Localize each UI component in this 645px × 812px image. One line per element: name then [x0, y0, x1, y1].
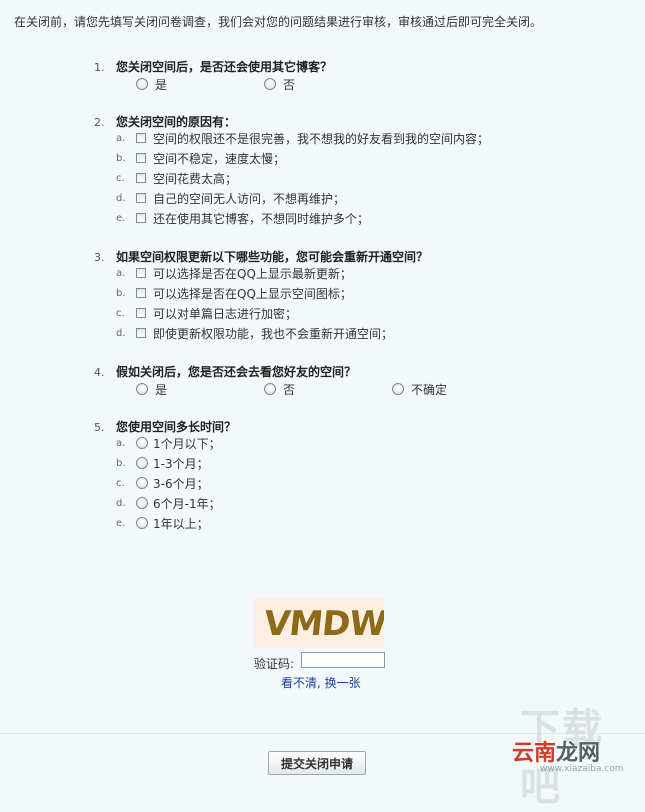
option-letter: a.: [116, 133, 126, 144]
captcha-label: 验证码:: [254, 657, 295, 671]
checkbox[interactable]: [136, 153, 146, 163]
option-label: 否: [283, 383, 296, 397]
option-letter: b.: [116, 458, 126, 469]
checkbox[interactable]: [136, 268, 146, 278]
option-label: 空间花费太高；: [153, 172, 238, 186]
option-letter: c.: [116, 478, 125, 489]
question-title: 如果空间权限更新以下哪些功能，您可能会重新开通空间？: [116, 250, 429, 264]
question-number: 2.: [94, 116, 105, 129]
option-letter: e.: [116, 213, 126, 224]
option-label: 空间不稳定，速度太慢；: [153, 152, 286, 166]
radio-button[interactable]: [136, 383, 148, 395]
option-label: 1年以上；: [153, 517, 209, 531]
radio-button[interactable]: [136, 517, 148, 529]
radio-button[interactable]: [136, 477, 148, 489]
watermark-brand-dark: 龙网: [556, 741, 601, 766]
question-title: 假如关闭后，您是否还会去看您好友的空间？: [116, 365, 357, 379]
question-title: 您使用空间多长时间？: [116, 420, 237, 434]
captcha-input[interactable]: [301, 652, 385, 668]
checkbox[interactable]: [136, 288, 146, 298]
checkbox[interactable]: [136, 193, 146, 203]
option-label: 自己的空间无人访问，不想再维护；: [153, 192, 346, 206]
question-title: 您关闭空间的原因有：: [116, 115, 237, 129]
radio-button[interactable]: [264, 78, 276, 90]
captcha-text: VMDW: [261, 604, 384, 644]
option-label: 还在使用其它博客，不想同时维护多个；: [153, 212, 370, 226]
option-label: 即使更新权限功能，我也不会重新开通空间；: [153, 327, 394, 341]
checkbox[interactable]: [136, 173, 146, 183]
radio-button[interactable]: [392, 383, 404, 395]
radio-button[interactable]: [264, 383, 276, 395]
refresh-captcha-link[interactable]: 看不清, 换一张: [281, 674, 361, 691]
question-number: 1.: [94, 61, 105, 74]
option-label: 空间的权限还不是很完善，我不想我的好友看到我的空间内容；: [153, 132, 490, 146]
option-label: 不确定: [411, 383, 448, 397]
watermark-brand: 云南龙网: [512, 735, 600, 767]
watermark-url: www.xiazaiba.com: [540, 764, 624, 774]
radio-button[interactable]: [136, 457, 148, 469]
option-letter: e.: [116, 518, 126, 529]
question-number: 3.: [94, 251, 105, 264]
captcha-image: VMDW: [254, 598, 384, 648]
watermark-brand-red: 云南: [512, 741, 557, 766]
radio-button[interactable]: [136, 437, 148, 449]
option-letter: a.: [116, 268, 126, 279]
submit-close-request-button[interactable]: 提交关闭申请: [268, 751, 366, 775]
option-letter: d.: [116, 328, 126, 339]
question-number: 5.: [94, 421, 105, 434]
radio-button[interactable]: [136, 497, 148, 509]
checkbox[interactable]: [136, 328, 146, 338]
checkbox[interactable]: [136, 213, 146, 223]
option-letter: c.: [116, 308, 125, 319]
option-label: 1个月以下；: [153, 437, 221, 451]
survey-intro: 在关闭前，请您先填写关闭问卷调查，我们会对您的问题结果进行审核，审核通过后即可完…: [14, 15, 543, 29]
option-label: 6个月-1年；: [153, 497, 221, 511]
option-letter: a.: [116, 438, 126, 449]
question-number: 4.: [94, 366, 105, 379]
option-label: 否: [283, 78, 296, 92]
checkbox[interactable]: [136, 308, 146, 318]
option-label: 是: [155, 383, 168, 397]
option-letter: c.: [116, 173, 125, 184]
option-label: 是: [155, 78, 168, 92]
option-label: 可以对单篇日志进行加密；: [153, 307, 298, 321]
option-letter: b.: [116, 153, 126, 164]
option-label: 3-6个月；: [153, 477, 209, 491]
option-label: 可以选择是否在QQ上显示空间图标；: [153, 287, 352, 301]
option-letter: d.: [116, 498, 126, 509]
option-letter: d.: [116, 193, 126, 204]
checkbox[interactable]: [136, 133, 146, 143]
option-label: 1-3个月；: [153, 457, 209, 471]
option-label: 可以选择是否在QQ上显示最新更新；: [153, 267, 352, 281]
radio-button[interactable]: [136, 78, 148, 90]
option-letter: b.: [116, 288, 126, 299]
question-title: 您关闭空间后，是否还会使用其它博客？: [116, 60, 333, 74]
